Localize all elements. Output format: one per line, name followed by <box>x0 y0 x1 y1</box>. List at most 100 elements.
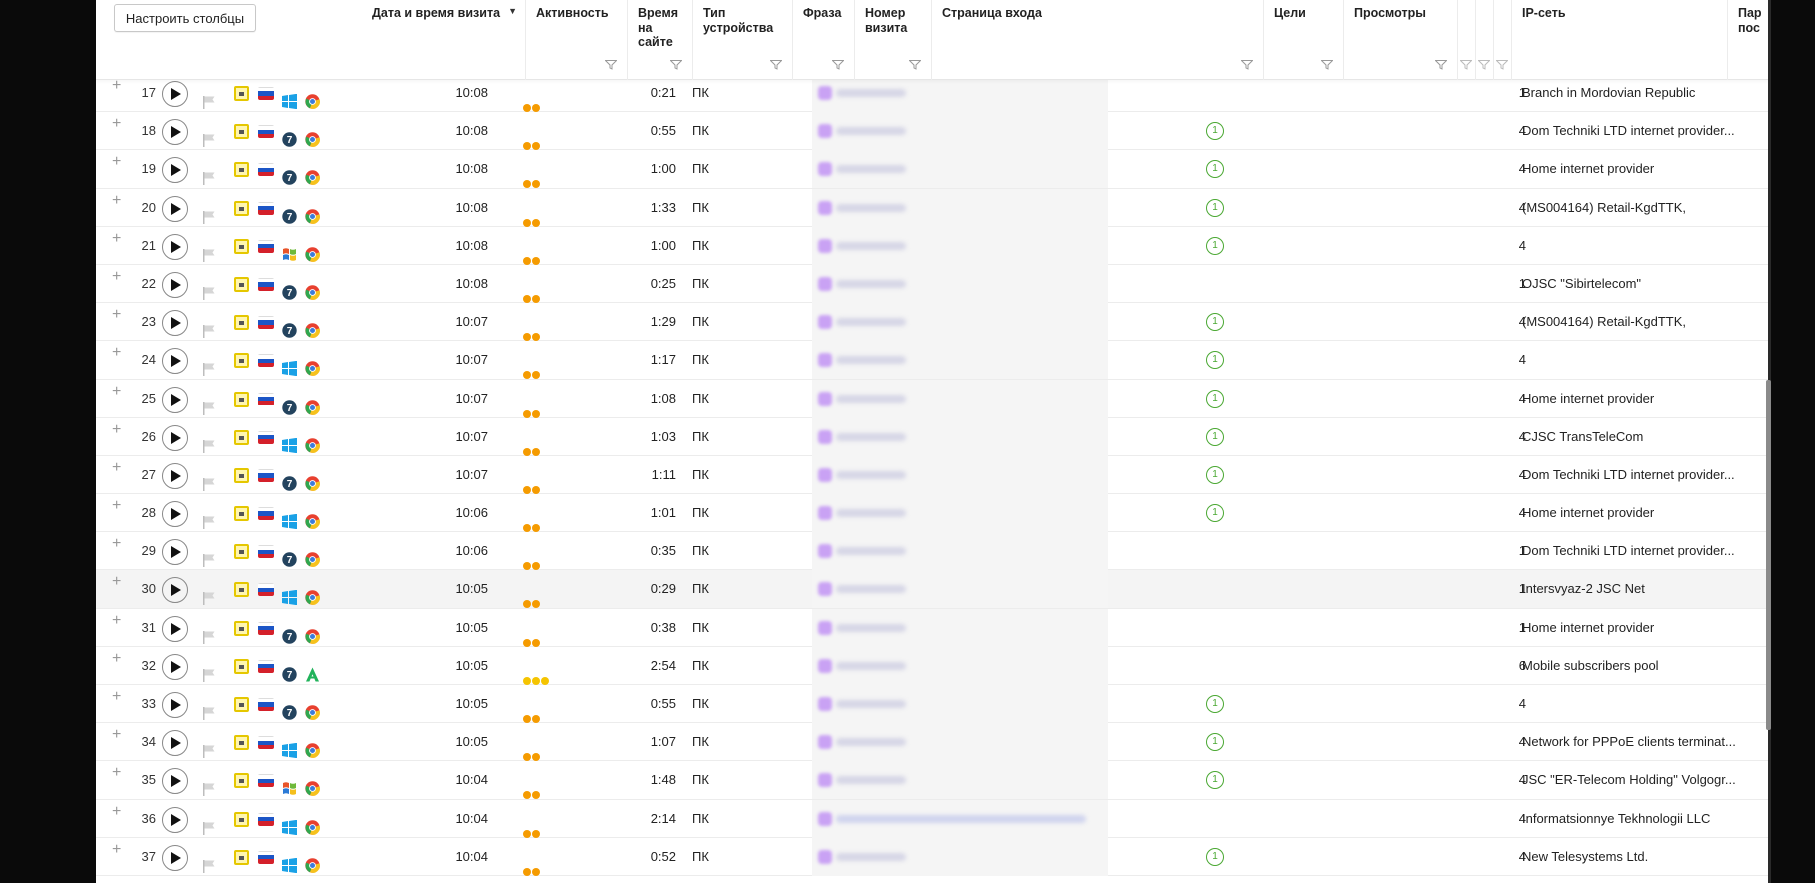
play-recording-button[interactable] <box>162 501 188 528</box>
column-params[interactable]: Пар пос <box>1728 0 1768 80</box>
goal-badge[interactable]: 1 <box>1206 198 1224 217</box>
goal-badge[interactable]: 1 <box>1206 427 1224 446</box>
entry-page-link[interactable] <box>812 112 1108 151</box>
entry-page-link[interactable] <box>812 150 1108 189</box>
table-row[interactable]: + 26 10:07 1:03 ПК 2 1 4 CJSC TransTeleC… <box>96 417 1768 456</box>
table-row[interactable]: + 30 10:05 0:29 ПК 1 1 Intersvyaz-2 JSC … <box>96 570 1768 609</box>
column-phrase[interactable]: Фраза <box>793 0 855 80</box>
play-recording-button[interactable] <box>162 233 188 260</box>
goal-badge[interactable]: 1 <box>1206 465 1224 484</box>
expand-row-button[interactable]: + <box>112 716 121 754</box>
table-row[interactable]: + 29 7 10:06 0:35 ПК 3 1 Dom Techniki LT… <box>96 532 1768 571</box>
play-recording-button[interactable] <box>162 119 188 146</box>
expand-row-button[interactable]: + <box>112 334 121 372</box>
expand-row-button[interactable]: + <box>112 182 121 220</box>
expand-row-button[interactable]: + <box>112 449 121 487</box>
flag-icon[interactable] <box>202 850 216 883</box>
play-recording-button[interactable] <box>162 692 188 718</box>
play-recording-button[interactable] <box>162 157 188 184</box>
entry-page-link[interactable] <box>812 417 1108 456</box>
filter-icon[interactable] <box>1460 60 1472 70</box>
goal-badge[interactable]: 1 <box>1206 160 1224 179</box>
expand-row-button[interactable]: + <box>112 105 121 143</box>
goal-badge[interactable]: 1 <box>1206 122 1224 141</box>
entry-page-link[interactable] <box>812 264 1108 303</box>
play-recording-button[interactable] <box>162 424 188 451</box>
play-recording-button[interactable] <box>162 806 188 833</box>
goal-badge[interactable]: 1 <box>1206 504 1224 523</box>
column-narrow-3[interactable] <box>1494 0 1512 80</box>
expand-row-button[interactable]: + <box>112 487 121 525</box>
filter-icon[interactable] <box>909 60 921 70</box>
column-visit-number[interactable]: Номер визита <box>855 0 932 80</box>
entry-page-link[interactable] <box>812 303 1108 342</box>
table-row[interactable]: + 37 10:04 0:52 ПК 1 1 4 New Telesystems… <box>96 837 1768 876</box>
filter-icon[interactable] <box>1435 60 1447 70</box>
column-activity[interactable]: Активность <box>526 0 628 80</box>
entry-page-link[interactable] <box>812 570 1108 609</box>
goal-badge[interactable]: 1 <box>1206 351 1224 370</box>
play-recording-button[interactable] <box>162 653 188 680</box>
table-row[interactable]: + 31 7 10:05 0:38 ПК 1 1 Home internet p… <box>96 608 1768 647</box>
play-recording-button[interactable] <box>162 577 188 604</box>
entry-page-link[interactable] <box>812 837 1108 876</box>
entry-page-link[interactable] <box>812 188 1108 227</box>
table-row[interactable]: + 34 10:05 1:07 ПК 1 1 4 Network for PPP… <box>96 723 1768 762</box>
entry-page-link[interactable] <box>812 341 1108 380</box>
entry-page-link[interactable] <box>812 455 1108 494</box>
column-narrow-1[interactable] <box>1458 0 1476 80</box>
expand-row-button[interactable]: + <box>112 678 121 716</box>
expand-row-button[interactable]: + <box>112 525 121 563</box>
entry-page-link[interactable] <box>812 799 1108 838</box>
entry-page-link[interactable] <box>812 532 1108 571</box>
expand-row-button[interactable]: + <box>112 143 121 181</box>
expand-row-button[interactable]: + <box>112 411 121 449</box>
sort-desc-icon[interactable]: ▼ <box>508 6 517 16</box>
column-time-on-site[interactable]: Время на сайте <box>628 0 693 80</box>
goal-badge[interactable]: 1 <box>1206 733 1224 752</box>
entry-page-link[interactable] <box>812 723 1108 762</box>
filter-icon[interactable] <box>670 60 682 70</box>
play-recording-button[interactable] <box>162 615 188 642</box>
table-row[interactable]: + 18 7 10:08 0:55 ПК 1 1 4 Dom Techniki … <box>96 112 1768 151</box>
table-row[interactable]: + 35 10:04 1:48 ПК 1 1 4 JSC "ER-Telecom… <box>96 761 1768 800</box>
configure-columns-button[interactable]: Настроить столбцы <box>114 4 256 32</box>
column-narrow-2[interactable] <box>1476 0 1494 80</box>
entry-page-link[interactable] <box>812 494 1108 533</box>
expand-row-button[interactable]: + <box>112 563 121 601</box>
filter-icon[interactable] <box>605 60 617 70</box>
entry-page-link[interactable] <box>812 761 1108 800</box>
expand-row-button[interactable]: + <box>112 831 121 869</box>
table-row[interactable]: + 21 10:08 1:00 ПК 1 1 4 <box>96 226 1768 265</box>
entry-page-link[interactable] <box>812 608 1108 647</box>
column-datetime[interactable]: Дата и время визита ▼ <box>362 0 526 80</box>
filter-icon[interactable] <box>832 60 844 70</box>
filter-icon[interactable] <box>1321 60 1333 70</box>
goal-badge[interactable]: 1 <box>1206 389 1224 408</box>
expand-row-button[interactable]: + <box>112 640 121 678</box>
table-row[interactable]: + 36 10:04 2:14 ПК 2 4 Informatsionnye T… <box>96 799 1768 838</box>
filter-icon[interactable] <box>1478 60 1490 70</box>
filter-icon[interactable] <box>770 60 782 70</box>
expand-row-button[interactable]: + <box>112 220 121 258</box>
expand-row-button[interactable]: + <box>112 258 121 296</box>
expand-row-button[interactable]: + <box>112 602 121 640</box>
table-row[interactable]: + 27 7 10:07 1:11 ПК 1 1 4 Dom Techniki … <box>96 455 1768 495</box>
goal-badge[interactable]: 1 <box>1206 695 1224 713</box>
goal-badge[interactable]: 1 <box>1206 771 1224 790</box>
column-goals[interactable]: Цели <box>1264 0 1344 80</box>
play-recording-button[interactable] <box>162 348 188 375</box>
play-recording-button[interactable] <box>162 730 188 757</box>
table-row[interactable]: + 33 7 10:05 0:55 ПК 1 1 4 <box>96 685 1768 724</box>
goal-badge[interactable]: 1 <box>1206 847 1224 866</box>
play-recording-button[interactable] <box>162 271 188 298</box>
entry-page-link[interactable] <box>812 646 1108 685</box>
table-row[interactable]: + 25 7 10:07 1:08 ПК 1 1 4 Home internet… <box>96 379 1768 418</box>
column-ip-network[interactable]: IP-сеть <box>1512 0 1728 80</box>
play-recording-button[interactable] <box>162 81 188 107</box>
filter-icon[interactable] <box>1496 60 1508 70</box>
goal-badge[interactable]: 1 <box>1206 313 1224 332</box>
play-recording-button[interactable] <box>162 195 188 222</box>
filter-icon[interactable] <box>1241 60 1253 70</box>
table-row[interactable]: + 32 7 10:05 2:54 ПК 1 6 Mobile subscrib… <box>96 646 1768 685</box>
